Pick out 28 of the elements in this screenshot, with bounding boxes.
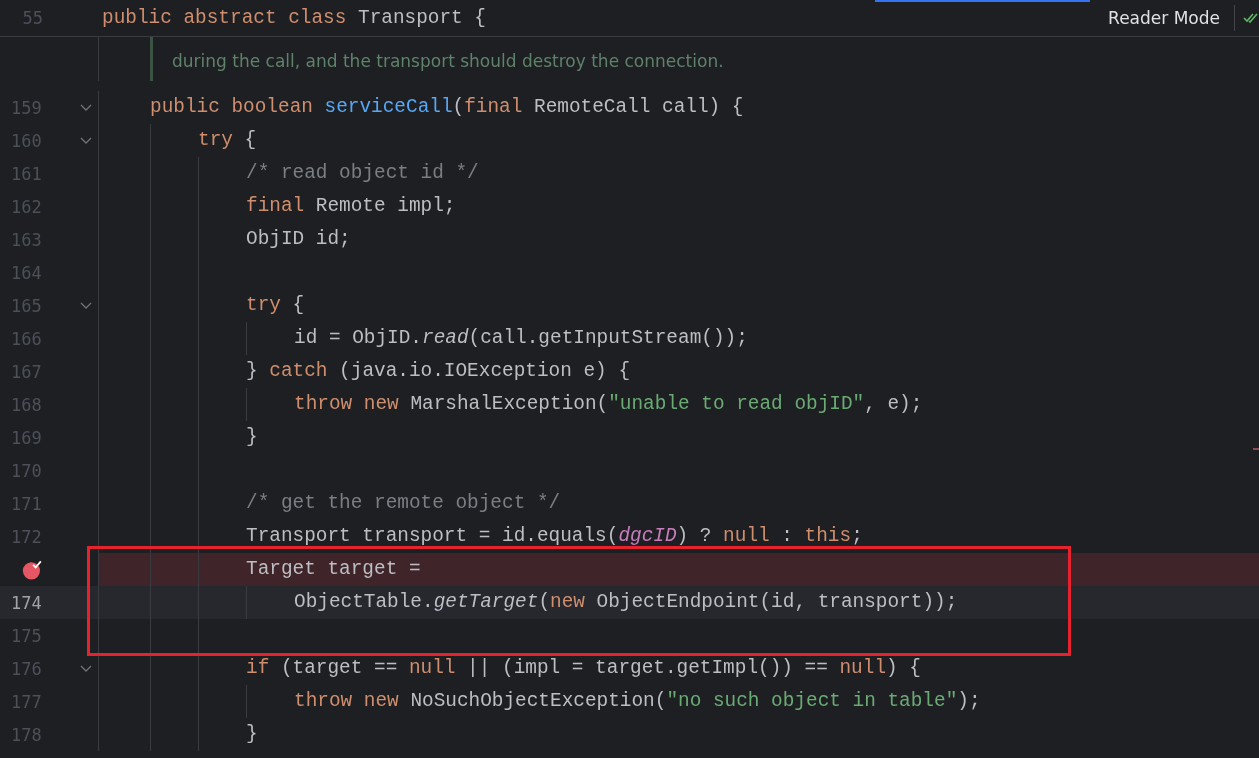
chevron-icon[interactable] [80,664,93,673]
code-line: ObjectTable.getTarget(new ObjectEndpoint(id, transport)); [294,590,958,615]
code-line: /* read object id */ [246,161,479,186]
code-line: ObjID id; [246,227,351,252]
line-number: 174 [10,592,42,613]
chevron-icon[interactable] [80,103,93,112]
code-line: } catch (java.io.IOException e) { [246,359,631,384]
code-line: id = ObjID.read(call.getInputStream()); [294,326,748,351]
code-line: throw new NoSuchObjectException("no such object in table"); [294,689,981,714]
code-line: } [246,722,258,747]
code-line: Target target = [246,557,421,582]
code-line: throw new MarshalException("unable to read objID", e); [294,392,923,417]
reader-mode-button[interactable]: Reader Mode [1100,4,1228,32]
doc-comment-line: during the call, and the transport should destroy the connection. [172,50,724,73]
chevron-icon[interactable] [80,136,93,145]
code-line: Transport transport = id.equals(dgcID) ? null : this; [246,524,863,549]
code-line: public abstract class Transport { [102,5,486,31]
code-line: } [246,425,258,450]
code-line: if (target == null || (impl = target.getImpl()) == null) { [246,656,921,681]
double-check-icon[interactable] [1243,12,1259,24]
code-line: public boolean serviceCall(final RemoteCall call) { [150,95,744,120]
breakpoint-icon[interactable] [22,558,43,581]
chevron-icon[interactable] [80,301,93,310]
error-stripe-mark [1253,448,1259,450]
code-line: final Remote impl; [246,194,456,219]
code-line: try { [246,293,305,318]
code-line: try { [198,128,257,153]
code-line: /* get the remote object */ [246,491,561,516]
